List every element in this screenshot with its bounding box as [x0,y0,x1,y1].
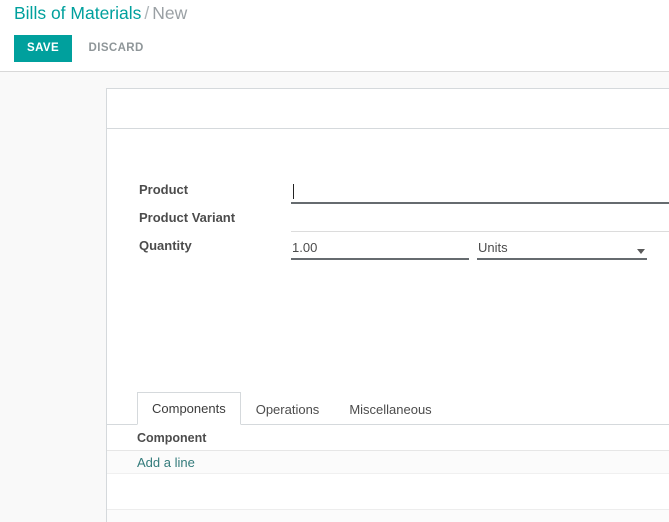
odoo-bom-form-view: Bills of Materials / New SAVE DISCARD Prod… [0,0,669,522]
uom-input[interactable]: Units [477,237,647,260]
uom-input-wrap[interactable]: Units [477,237,647,260]
tab-components[interactable]: Components [137,392,241,425]
components-list-header: Component Qu [107,425,669,451]
field-row-product-variant: Product Variant [139,204,669,232]
product-input[interactable] [291,181,669,204]
quantity-input[interactable]: 1.00 [291,237,469,260]
components-list: Component Qu Add a line [107,425,669,522]
quantity-input-value: 1.00 [292,239,318,255]
sheet-body: Product Product Variant Quantity 1.00 Un… [107,129,669,522]
save-button[interactable]: SAVE [14,35,73,62]
form-field-group: Product Product Variant Quantity 1.00 Un… [139,176,669,260]
discard-button[interactable]: DISCARD [77,35,154,62]
chevron-down-icon-uom[interactable] [637,249,645,254]
field-row-product: Product [139,176,669,204]
breadcrumb-root-link[interactable]: Bills of Materials [14,3,141,23]
control-panel: Bills of Materials / New SAVE DISCARD [0,0,669,72]
notebook: Components Operations Miscellaneous Comp… [107,392,669,522]
tab-operations[interactable]: Operations [241,393,335,425]
field-control-product [291,181,669,204]
notebook-tab-row: Components Operations Miscellaneous [107,392,669,425]
add-a-line-link[interactable]: Add a line [137,454,195,471]
column-header-component: Component [137,430,207,445]
product-variant-input[interactable] [291,209,669,232]
add-a-line-row[interactable]: Add a line [107,451,669,474]
product-variant-input-wrap[interactable] [291,209,669,232]
tab-miscellaneous[interactable]: Miscellaneous [334,393,446,425]
breadcrumb-separator: / [144,3,150,23]
control-panel-buttons: SAVE DISCARD [14,35,154,62]
form-content-area: Product Product Variant Quantity 1.00 Un… [0,73,669,522]
breadcrumb: Bills of Materials / New [14,1,187,25]
form-sheet: Product Product Variant Quantity 1.00 Un… [106,88,669,522]
components-list-empty-area [107,474,669,510]
field-control-quantity: 1.00 Units [291,237,669,260]
field-label-quantity: Quantity [139,238,192,253]
text-cursor [293,184,294,199]
field-control-product-variant [291,209,669,232]
components-list-footer [107,510,669,522]
sheet-button-box-strip [107,89,669,129]
field-row-quantity: Quantity 1.00 Units [139,232,669,260]
field-label-product: Product [139,182,189,197]
breadcrumb-current-record: New [152,3,188,23]
product-input-wrap[interactable] [291,181,669,204]
uom-input-value: Units [478,239,508,255]
field-label-product-variant: Product Variant [139,210,236,225]
quantity-input-wrap[interactable]: 1.00 [291,237,469,260]
